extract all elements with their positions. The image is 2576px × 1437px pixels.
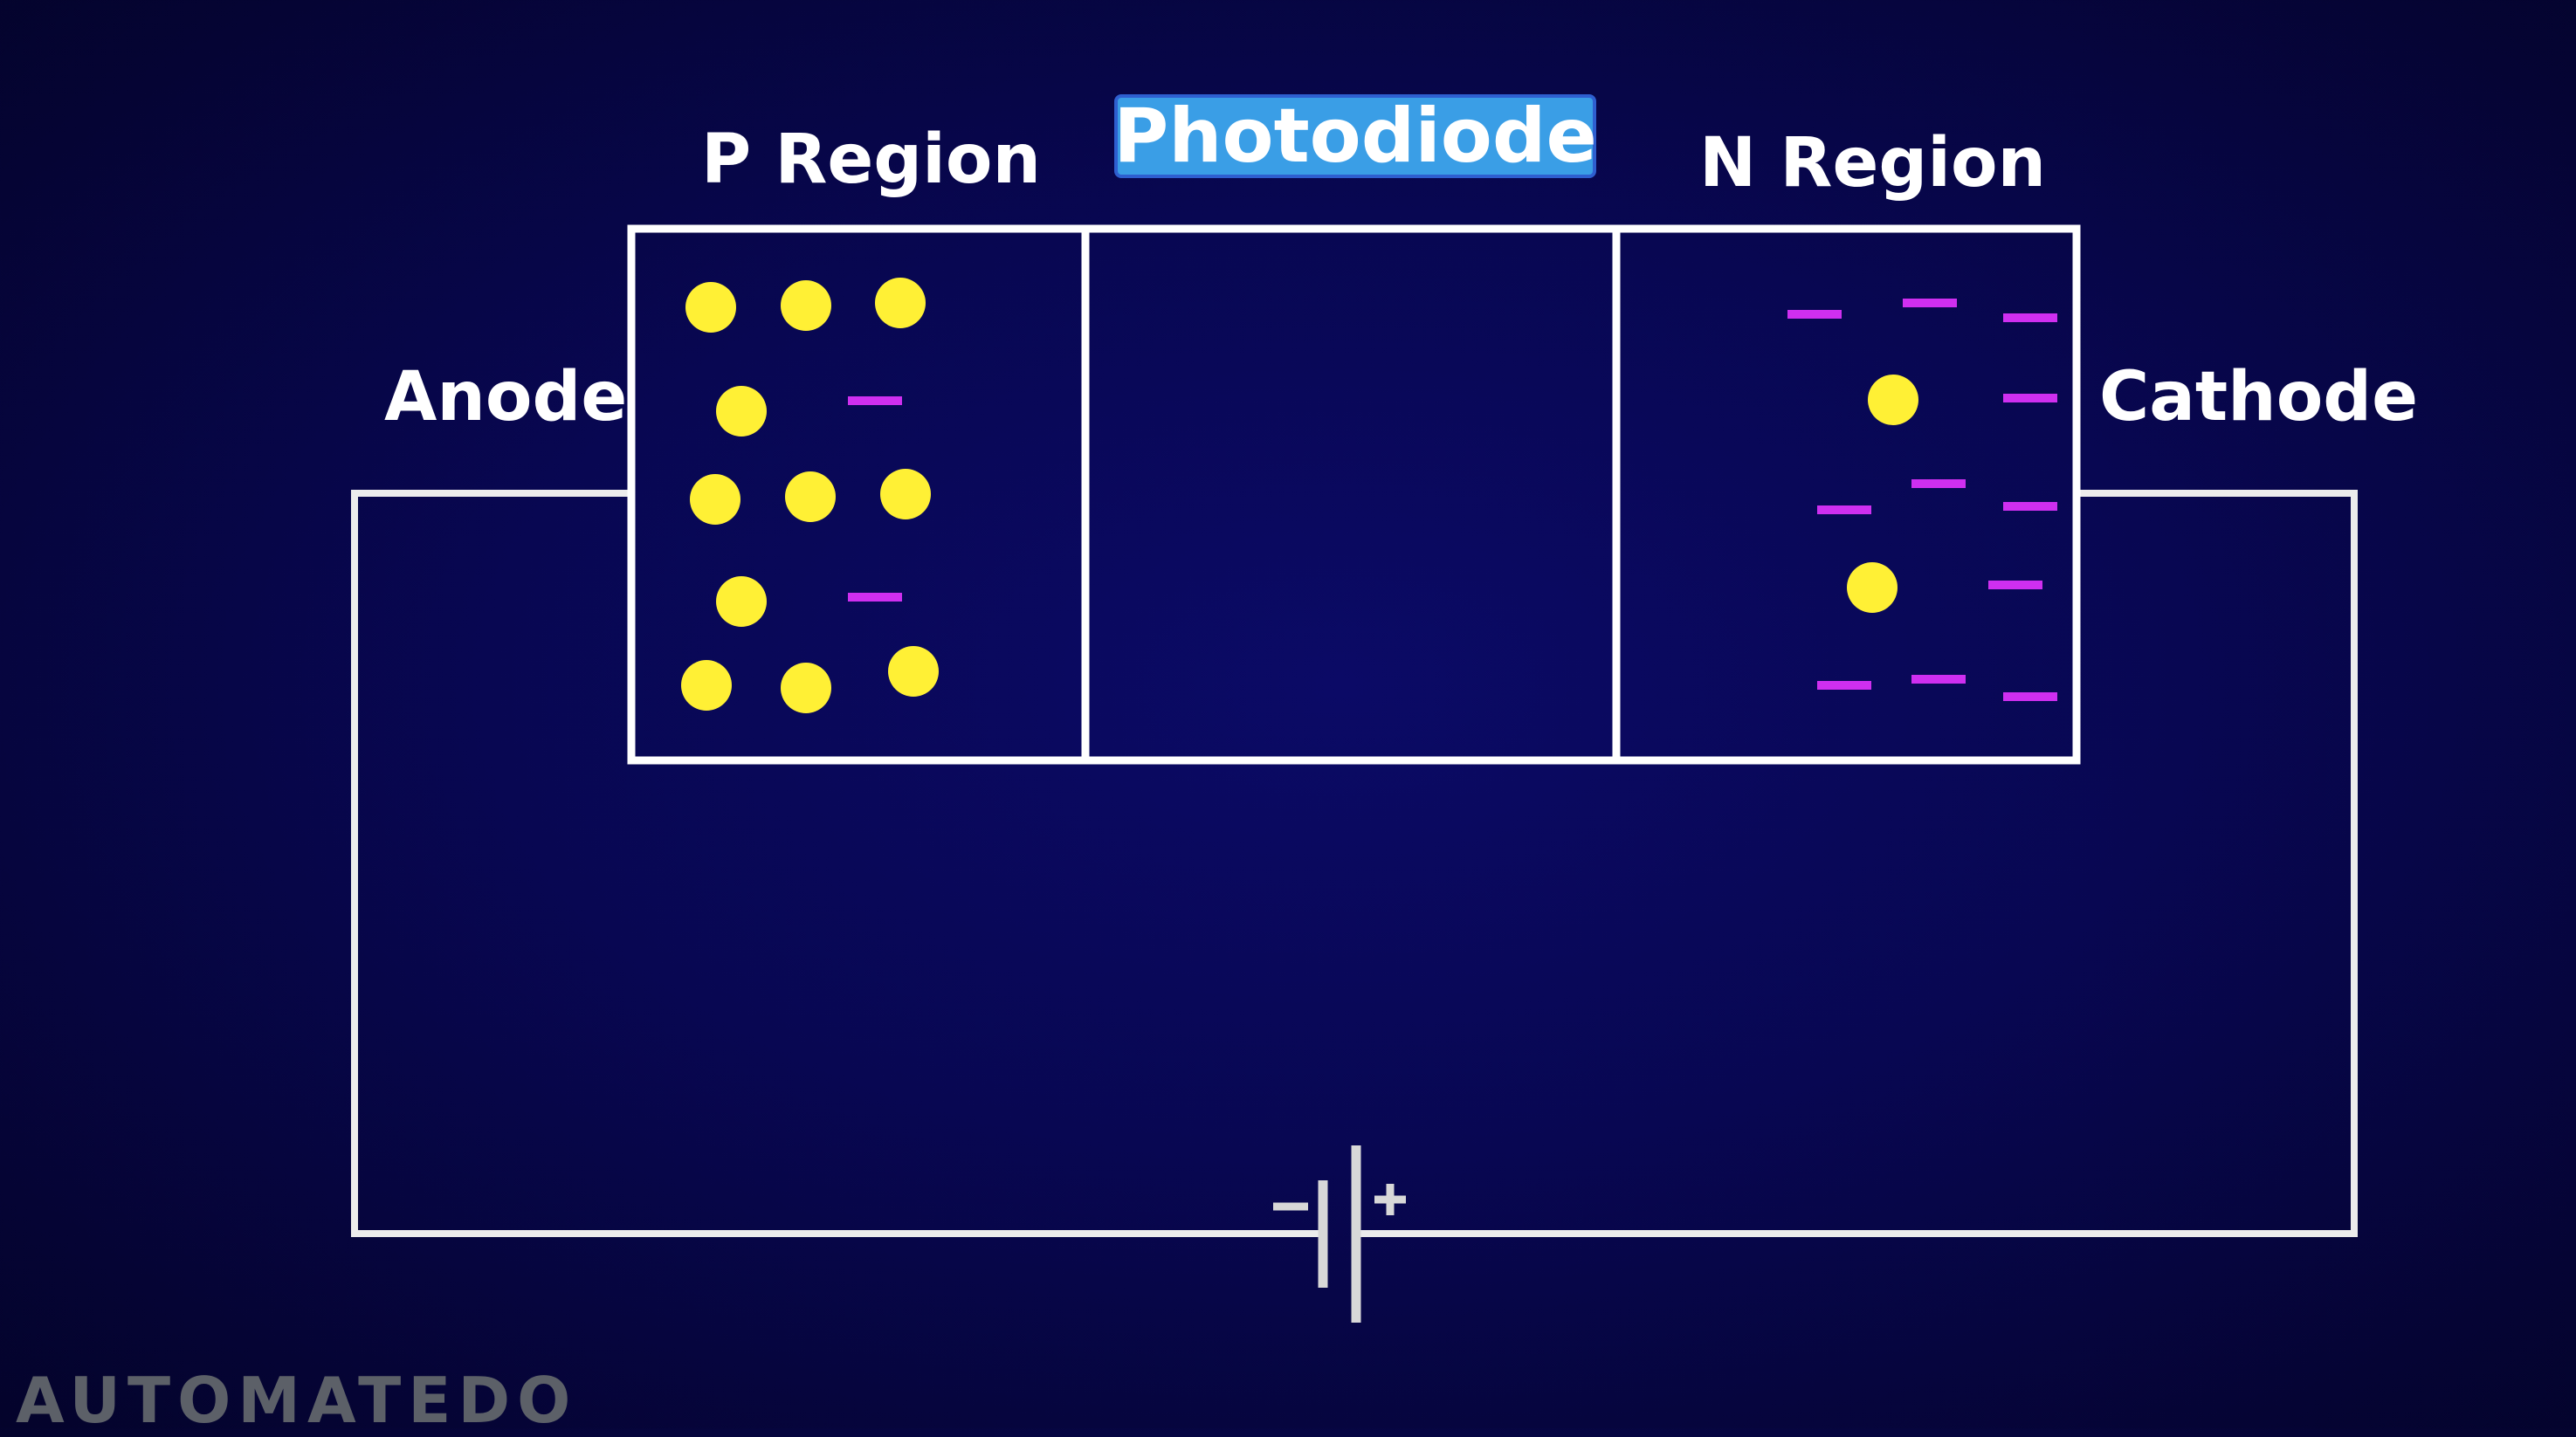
hole-dot	[690, 474, 740, 525]
hole-dot	[880, 469, 931, 519]
hole-dot	[681, 660, 732, 711]
circuit-diagram	[351, 224, 2358, 1323]
hole-dot	[781, 280, 831, 331]
diode-body	[627, 224, 2081, 765]
electron-dash	[2003, 313, 2057, 322]
electron-dash	[848, 593, 902, 602]
electron-dash	[1911, 675, 1966, 684]
photodiode-diagram: P Region N Region Anode Cathode Photodio…	[0, 0, 2576, 1437]
left-wire	[351, 490, 1320, 1237]
electron-dash	[1988, 581, 2042, 589]
electron-dash	[2003, 502, 2057, 511]
hole-dot	[1868, 375, 1918, 425]
electron-dash	[848, 396, 902, 405]
hole-dot	[1847, 562, 1898, 613]
electron-dash	[1817, 681, 1871, 690]
hole-dot	[781, 663, 831, 713]
electron-dash	[1903, 299, 1957, 307]
charge-carriers	[681, 278, 2057, 713]
hole-dot	[685, 282, 736, 333]
n-region-label: N Region	[1699, 124, 2047, 203]
electron-dash	[2003, 394, 2057, 402]
electron-dash	[1787, 310, 1842, 319]
p-region-label: P Region	[701, 120, 1041, 199]
hole-dot	[716, 576, 767, 627]
electron-dash	[1817, 505, 1871, 514]
title-badge: Photodiode	[1113, 93, 1597, 180]
anode-label: Anode	[384, 358, 628, 437]
electron-dash	[1911, 479, 1966, 488]
hole-dot	[716, 386, 767, 437]
diagram-title: Photodiode	[1113, 93, 1597, 180]
cathode-label: Cathode	[2099, 358, 2419, 437]
hole-dot	[888, 646, 939, 697]
hole-dot	[785, 471, 836, 522]
hole-dot	[875, 278, 926, 328]
electron-dash	[2003, 692, 2057, 701]
brand-logo: AUTOMATEDO	[16, 1364, 578, 1437]
